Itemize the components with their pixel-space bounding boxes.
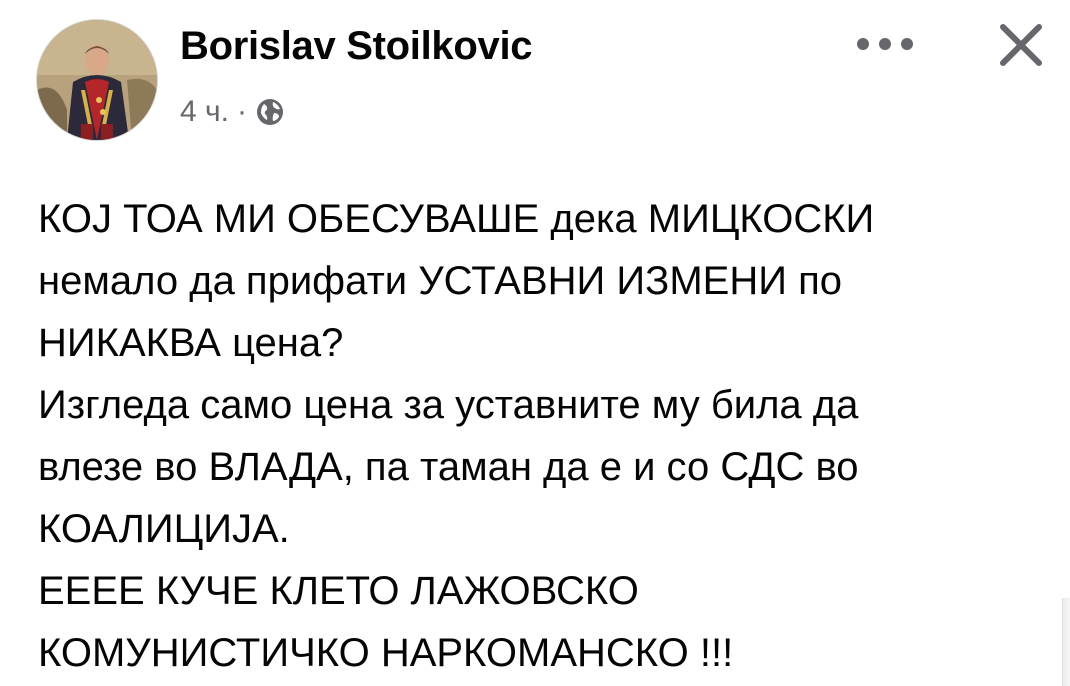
close-button[interactable]	[988, 12, 1054, 78]
post-text-line: НИКАКВА цена?	[38, 321, 344, 365]
meta-separator: ·	[236, 95, 247, 128]
author-avatar[interactable]	[36, 19, 158, 141]
facebook-post: Borislav Stoilkovic 4 ч. · КОЈ ТОА МИ ОБ…	[0, 0, 1070, 686]
post-meta: 4 ч. ·	[180, 92, 285, 132]
author-name[interactable]: Borislav Stoilkovic	[180, 24, 533, 69]
more-options-button[interactable]	[846, 24, 924, 64]
post-text-line: влезе во ВЛАДА, па таман да е и со СДС в…	[38, 445, 859, 489]
post-text-line: Изгледа само цена за уставните му била д…	[38, 383, 859, 427]
post-text-line: КОЈ ТОА МИ ОБЕСУВАШЕ дека МИЦКОСКИ	[38, 197, 875, 241]
post-text-line: немало да прифати УСТАВНИ ИЗМЕНИ по	[38, 259, 842, 303]
post-text-line: ЕЕЕЕ КУЧЕ КЛЕТО ЛАЖОВСКО	[38, 569, 639, 613]
globe-icon[interactable]	[255, 97, 285, 127]
close-icon	[1000, 24, 1042, 66]
post-body: КОЈ ТОА МИ ОБЕСУВАШЕ дека МИЦКОСКИ немал…	[38, 188, 1048, 684]
post-text-line: КОАЛИЦИЈА.	[38, 507, 290, 551]
post-timestamp[interactable]: 4 ч.	[180, 95, 229, 129]
post-text-line: КОМУНИСТИЧКО НАРКОМАНСКО !!!	[38, 631, 734, 675]
scroll-edge	[1062, 598, 1070, 686]
portrait-image	[37, 20, 157, 140]
more-options-icon	[857, 38, 913, 50]
